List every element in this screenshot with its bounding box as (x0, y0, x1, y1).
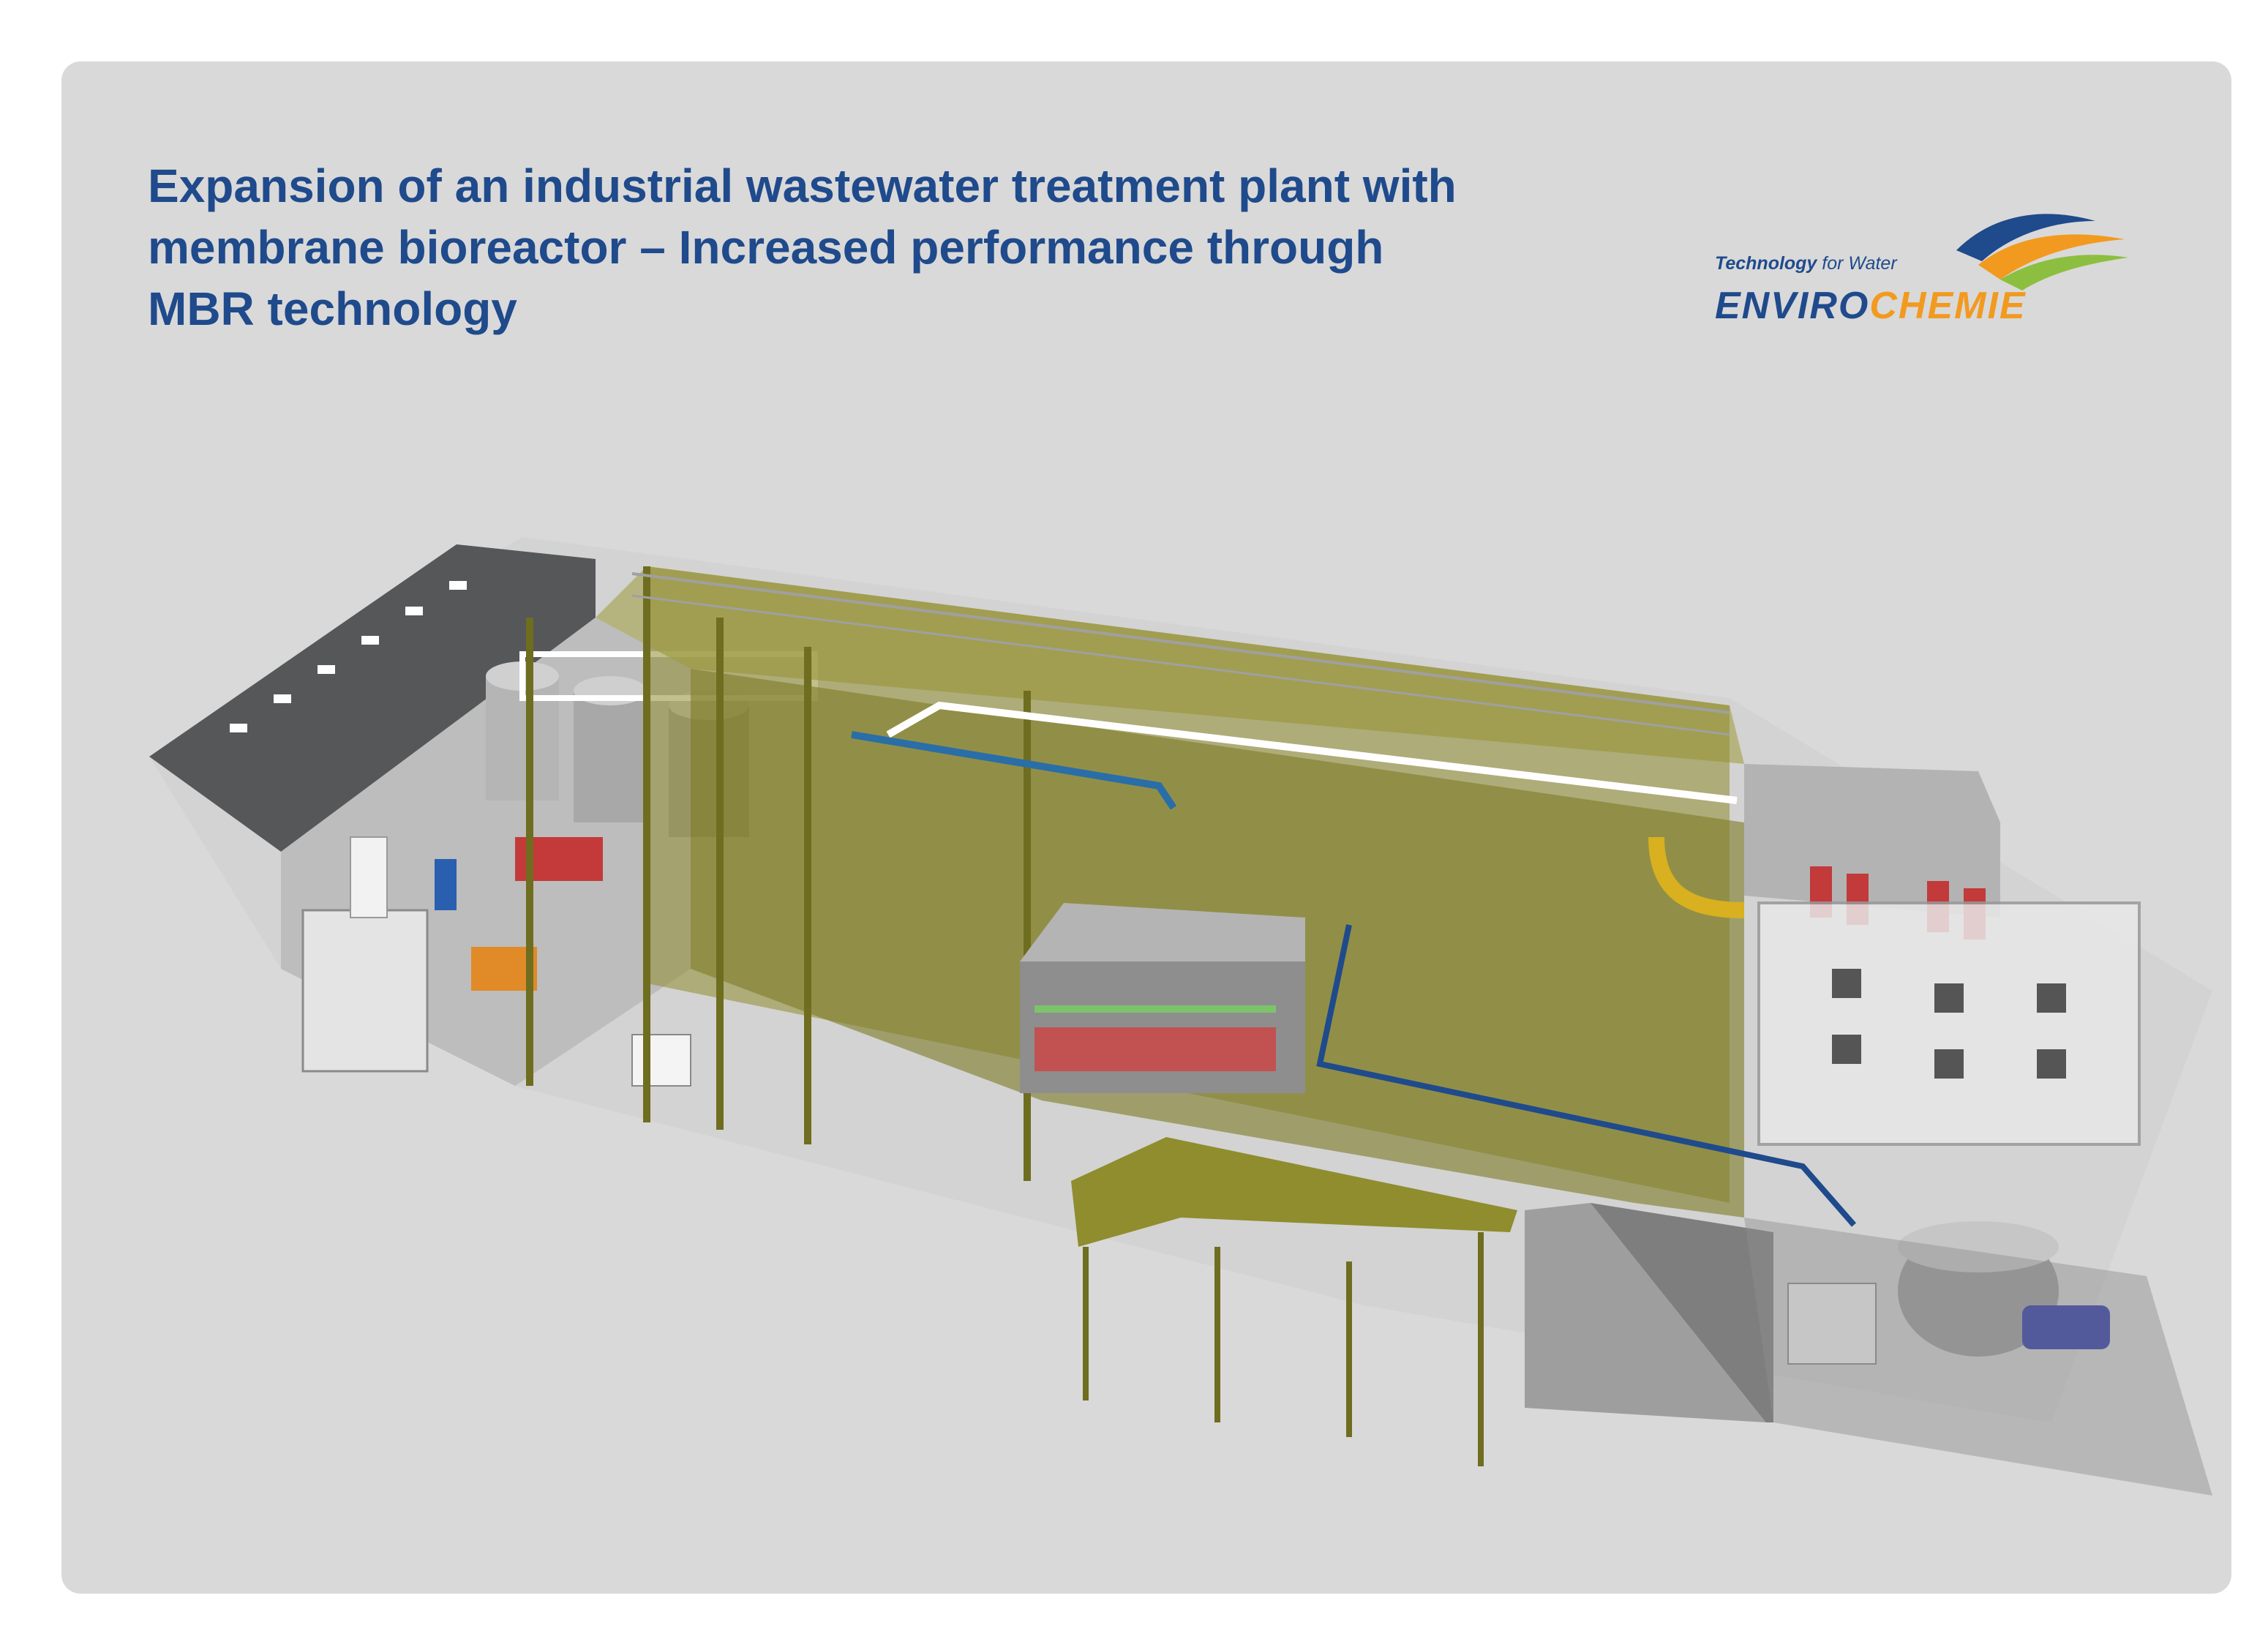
control-cabinet (350, 836, 388, 918)
white-panel-unit (631, 1034, 691, 1087)
right-floor-slab (1744, 1218, 2212, 1496)
blue-dosing-equipment (435, 859, 457, 910)
roller-door (301, 909, 429, 1073)
plant-3d-illustration (149, 537, 2212, 1496)
membrane-module-green-strip (1035, 1005, 1276, 1013)
poster-background: Expansion of an industrial wastewater tr… (61, 61, 2231, 1594)
membrane-module-red-panels (1035, 1027, 1276, 1071)
blower-room (1744, 764, 2000, 918)
filtration-skid-frame (1757, 901, 2141, 1146)
